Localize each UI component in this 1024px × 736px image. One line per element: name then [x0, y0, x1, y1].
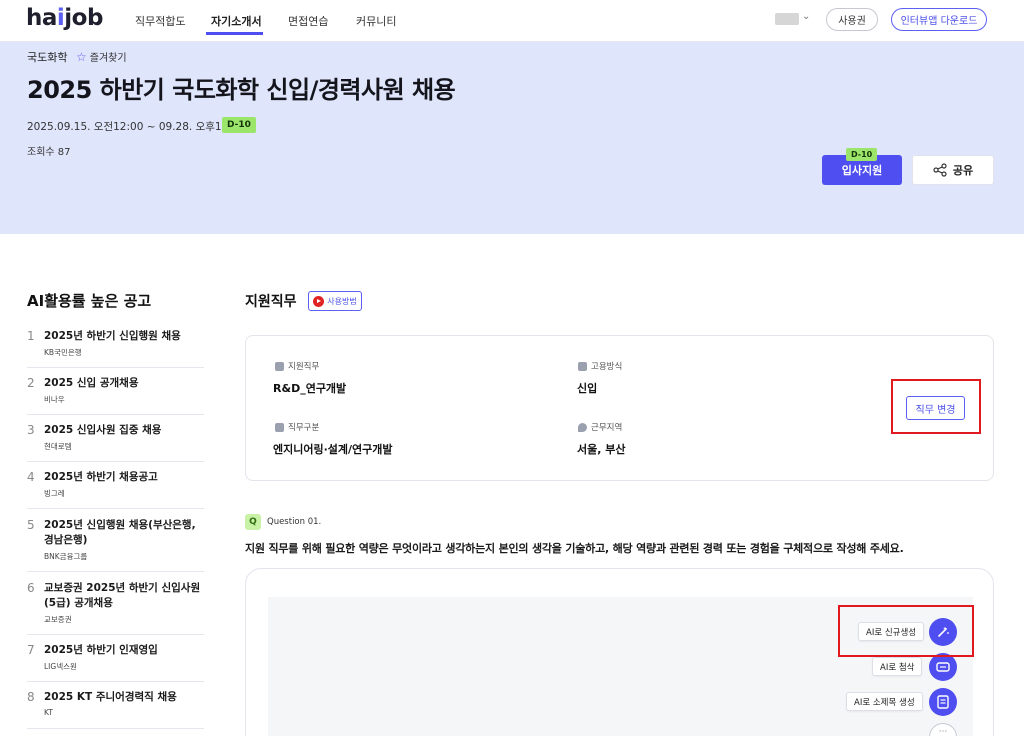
field-value: R&D_연구개발 — [273, 382, 347, 395]
edit-frame-icon — [936, 662, 950, 672]
apply-dday-badge: D-10 — [846, 148, 878, 161]
dday-badge: D-10 — [222, 117, 256, 133]
application-period: 2025.09.15. 오전12:00 ~ 09.28. 오후11:59 — [27, 121, 246, 133]
favorite-label: 즐겨찾기 — [89, 53, 127, 64]
list-item[interactable]: 7 2025년 하반기 인재영입 LIG넥스원 — [27, 643, 204, 682]
document-icon — [937, 695, 949, 709]
list-item[interactable]: 1 2025년 하반기 신입행원 채용 KB국민은행 — [27, 329, 204, 368]
license-button[interactable]: 사용권 — [826, 8, 878, 31]
field-label: 지원직무 — [275, 360, 319, 372]
field-value: 서울, 부산 — [577, 443, 626, 456]
nav-item-cover-letter[interactable]: 자기소개서 — [211, 13, 262, 29]
nav-item-interview[interactable]: 면접연습 — [288, 13, 328, 29]
id-card-icon — [275, 422, 284, 432]
job-info-card — [245, 335, 994, 481]
ai-subtitle-button[interactable] — [929, 688, 957, 716]
howto-button[interactable]: 사용방법 — [308, 291, 362, 311]
list-item[interactable]: 6 교보증권 2025년 하반기 신입사원(5급) 공개채용 교보증권 — [27, 581, 204, 635]
highlight-box — [838, 605, 974, 657]
ai-subtitle-label[interactable]: AI로 소제목 생성 — [846, 692, 923, 711]
download-app-button[interactable]: 인터뷰앱 다운로드 — [891, 8, 987, 31]
field-value: 신입 — [577, 382, 598, 395]
highlight-box — [891, 379, 981, 434]
target-icon — [275, 361, 284, 371]
top-nav: haijob 직무적합도 자기소개서 면접연습 커뮤니티 ⌄ 사용권 인터뷰앱 … — [0, 0, 1024, 42]
field-value: 엔지니어링·설계/연구개발 — [273, 443, 393, 456]
page-title: 2025 하반기 국도화학 신입/경력사원 채용 — [27, 76, 456, 104]
star-icon: ☆ — [76, 49, 87, 64]
list-item[interactable]: 8 2025 KT 주니어경력직 채용 KT — [27, 690, 204, 729]
list-item[interactable]: 4 2025년 하반기 채용공고 빙그레 — [27, 470, 204, 509]
ai-edit-button[interactable] — [929, 653, 957, 681]
chevron-down-icon[interactable]: ⌄ — [802, 11, 810, 22]
list-item[interactable]: 5 2025년 신입행원 채용(부산은행, 경남은행) BNK금융그룹 — [27, 518, 204, 572]
field-label: 고용방식 — [578, 360, 622, 372]
list-item[interactable]: 3 2025 신입사원 집중 채용 현대로템 — [27, 423, 204, 462]
question-text: 지원 직무를 위해 필요한 역량은 무엇이라고 생각하는지 본인의 생각을 기술… — [245, 542, 904, 555]
question-badge: Q — [245, 514, 261, 530]
haijob-logo[interactable]: haijob — [26, 5, 103, 31]
calendar-icon — [578, 361, 587, 371]
more-icon: ··· — [938, 727, 948, 736]
share-icon — [933, 163, 947, 177]
active-tab-indicator — [206, 32, 263, 35]
question-number: Question 01. — [267, 517, 322, 527]
list-item[interactable]: 2 2025 신입 공개채용 비나우 — [27, 376, 204, 415]
sidebar-title: AI활용률 높은 공고 — [27, 292, 152, 310]
youtube-play-icon — [313, 295, 325, 307]
view-count: 조회수 87 — [27, 147, 71, 158]
section-title: 지원직무 — [245, 294, 297, 310]
user-name-blurred[interactable] — [775, 13, 799, 25]
location-pin-icon — [578, 422, 587, 432]
share-label: 공유 — [952, 164, 974, 177]
nav-item-job-fit[interactable]: 직무적합도 — [135, 13, 186, 29]
field-label: 직무구분 — [275, 421, 319, 433]
company-name[interactable]: 국도화학 — [27, 49, 67, 65]
field-label: 근무지역 — [578, 421, 622, 433]
favorite-button[interactable]: ☆ 즐겨찾기 — [76, 49, 127, 65]
nav-item-community[interactable]: 커뮤니티 — [356, 13, 396, 29]
ai-edit-label[interactable]: AI로 첨삭 — [872, 657, 923, 676]
share-button[interactable]: 공유 — [912, 155, 994, 185]
